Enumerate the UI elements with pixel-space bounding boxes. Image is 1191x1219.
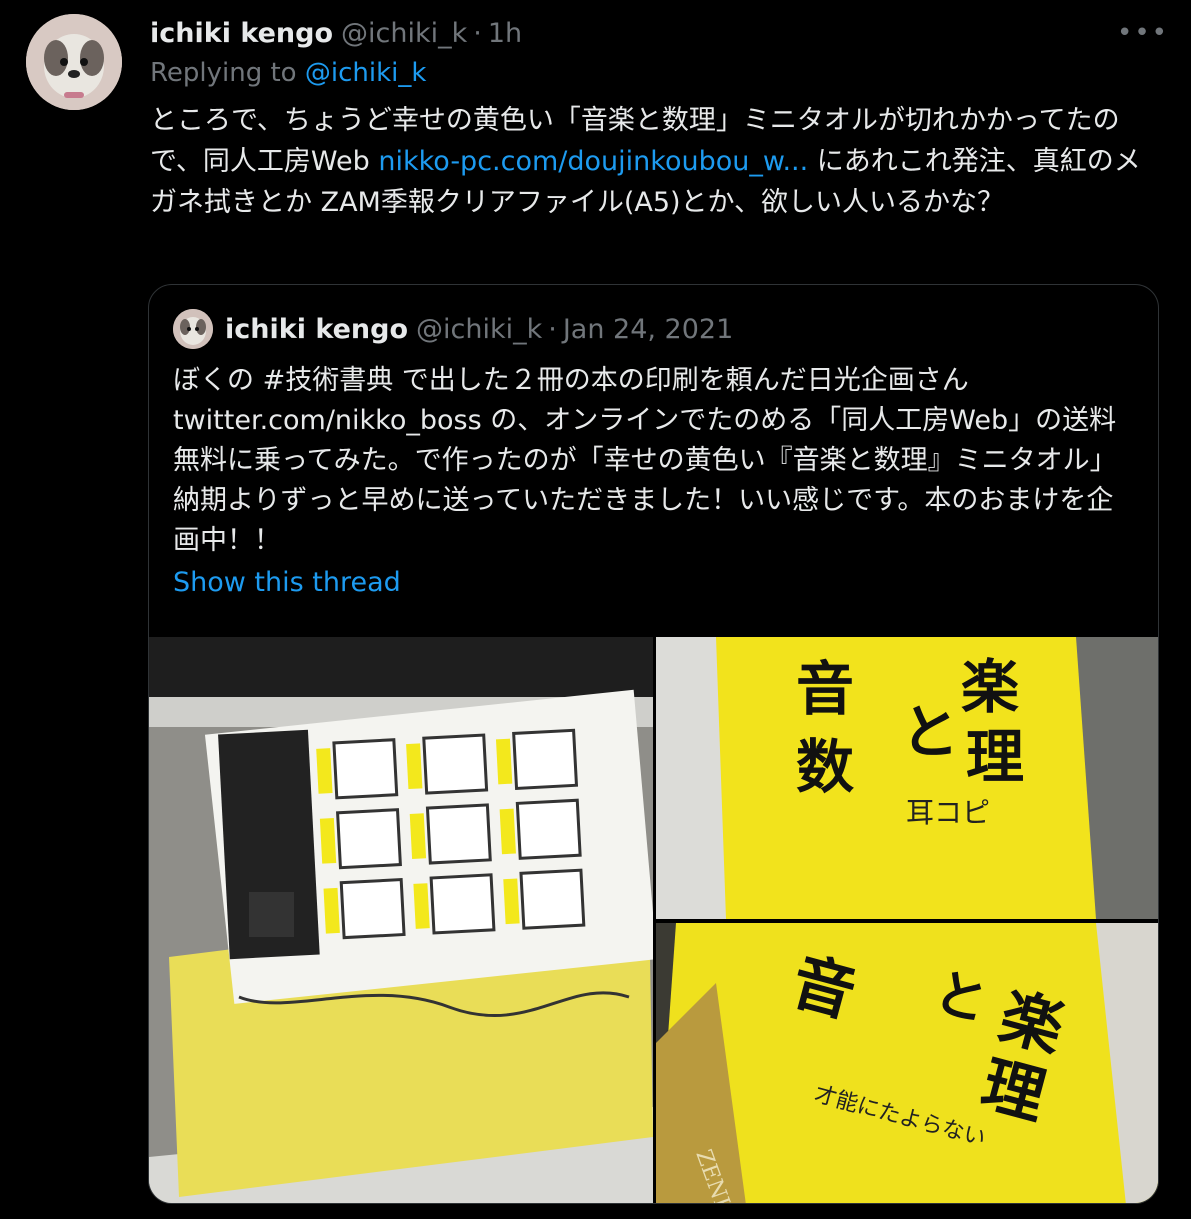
quoted-display-name: ichiki kengo (225, 313, 408, 345)
more-options-icon[interactable]: ••• (1117, 18, 1169, 48)
media-grid: 音 楽 と 数 理 耳コピ 音 楽 と 理 才能にたよらない (149, 637, 1158, 1203)
tweet-time[interactable]: 1h (488, 18, 522, 49)
tweet-text: ところで、ちょうど幸せの黄色い「音楽と数理」ミニタオルが切れかかってたので、同人… (150, 100, 1160, 223)
tweet-header: ichiki kengo @ichiki_k · 1h (150, 14, 522, 52)
header-separator: · (473, 17, 482, 49)
quoted-handle: @ichiki_k (416, 313, 543, 345)
quoted-tweet-header: ichiki kengo @ichiki_k · Jan 24, 2021 (173, 309, 733, 349)
towel-char-1: 音 (796, 655, 854, 723)
author-display-name[interactable]: ichiki kengo (150, 18, 333, 49)
author-handle[interactable]: @ichiki_k (341, 18, 467, 49)
replying-to: Replying to @ichiki_k (150, 58, 426, 88)
author-avatar[interactable] (26, 14, 122, 110)
quoted-tweet-card[interactable]: ichiki kengo @ichiki_k · Jan 24, 2021 ぼく… (148, 284, 1159, 1204)
quoted-author-avatar (173, 309, 213, 349)
towel-char-3: と (901, 698, 959, 766)
quoted-tweet-text: ぼくの #技術書典 で出した２冊の本の印刷を頼んだ日光企画さん twitter.… (173, 365, 1117, 556)
towel-char-4: 数 (796, 733, 854, 801)
replying-to-label: Replying to (150, 58, 297, 88)
photo-flyer[interactable] (149, 637, 653, 1203)
replying-to-handle-link[interactable]: @ichiki_k (305, 58, 427, 88)
towel-char-2: 楽 (961, 653, 1019, 721)
photo-towel-closeup[interactable]: 音 楽 と 数 理 耳コピ (656, 637, 1158, 919)
towel-char-5: 理 (966, 723, 1024, 791)
show-thread-link[interactable]: Show this thread (173, 567, 401, 598)
quoted-date: Jan 24, 2021 (562, 313, 734, 345)
photo-towel-angled[interactable]: 音 楽 と 理 才能にたよらない ZENKEI AI (656, 923, 1158, 1203)
tweet-link[interactable]: nikko-pc.com/doujinkoubou_w... (378, 146, 808, 177)
quoted-separator: · (548, 313, 557, 345)
towel-caption: 耳コピ (906, 796, 990, 829)
